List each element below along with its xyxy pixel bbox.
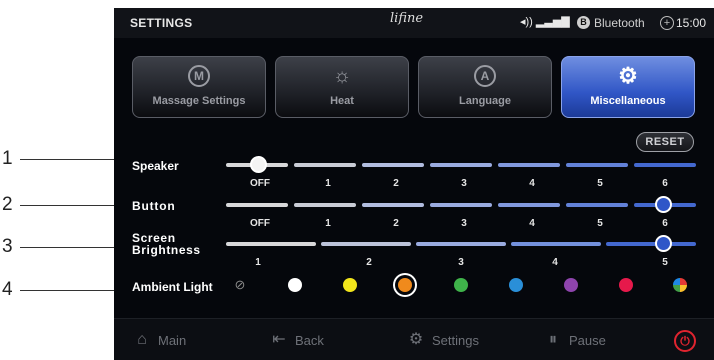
callout-number: 2 xyxy=(2,194,13,215)
speaker-slider-knob[interactable] xyxy=(250,156,267,173)
tab-miscellaneous[interactable]: ⚙ Miscellaneous xyxy=(561,56,695,118)
power-icon[interactable]: ⏻ xyxy=(674,330,696,352)
callout-line xyxy=(20,290,128,291)
slider-segment xyxy=(566,203,628,207)
slider-segment xyxy=(294,203,356,207)
button-sound-tick: 5 xyxy=(597,218,603,229)
sun-icon: ☼ xyxy=(332,65,352,87)
brand-logo: lifine xyxy=(390,11,424,26)
tab-heat[interactable]: ☼ Heat xyxy=(275,56,409,118)
nav-label: Pause xyxy=(569,333,606,348)
clock-time: 15:00 xyxy=(676,16,707,30)
ambient-color-white[interactable] xyxy=(288,278,302,292)
button-sound-label: Button xyxy=(132,199,176,213)
brightness-tick: 1 xyxy=(255,257,261,268)
callout-line xyxy=(20,247,128,248)
home-icon: ⌂ xyxy=(137,331,147,348)
speaker-tick: 6 xyxy=(662,178,668,189)
device-screen: SETTINGS lifine ◂)) ▂▃▅▇ B Bluetooth + 1… xyxy=(114,8,714,360)
tab-label: Miscellaneous xyxy=(590,95,666,107)
slider-segment xyxy=(511,242,601,246)
speaker-tick: 4 xyxy=(529,178,535,189)
callout-number: 3 xyxy=(2,236,13,257)
slider-segment xyxy=(566,163,628,167)
speaker-tick: 3 xyxy=(461,178,467,189)
volume-signal-icon: ◂)) ▂▃▅▇ xyxy=(520,16,570,28)
clock-icon: + xyxy=(660,16,674,30)
ambient-off-icon[interactable]: ⊘ xyxy=(232,278,248,292)
nav-label: Back xyxy=(295,333,324,348)
speaker-tick: 5 xyxy=(597,178,603,189)
tab-language[interactable]: A Language xyxy=(418,56,552,118)
speaker-label: Speaker xyxy=(132,159,179,173)
slider-segment xyxy=(226,203,288,207)
button-sound-tick: 3 xyxy=(461,218,467,229)
slider-segment xyxy=(226,242,316,246)
bottom-navbar: ⌂ Main ⇤ Back ⚙ Settings ⏸ Pause ⏻ xyxy=(114,318,714,360)
massage-icon: M xyxy=(188,65,210,87)
slider-segment xyxy=(416,242,506,246)
callout-line xyxy=(20,205,128,206)
slider-segment xyxy=(606,242,696,246)
reset-button[interactable]: RESET xyxy=(636,132,694,152)
back-icon: ⇤ xyxy=(272,331,286,348)
button-sound-tick: 4 xyxy=(529,218,535,229)
button-sound-slider[interactable] xyxy=(226,196,696,213)
slider-segment xyxy=(362,203,424,207)
slider-segment xyxy=(294,163,356,167)
speaker-tick: 1 xyxy=(325,178,331,189)
ambient-color-multicolor[interactable] xyxy=(673,278,687,292)
tab-label: Massage Settings xyxy=(152,95,246,107)
tab-massage-settings[interactable]: M Massage Settings xyxy=(132,56,266,118)
brightness-tick: 2 xyxy=(366,257,372,268)
brightness-tick: 4 xyxy=(552,257,558,268)
button-sound-slider-knob[interactable] xyxy=(655,196,672,213)
brightness-tick: 3 xyxy=(458,257,464,268)
button-sound-tick: 2 xyxy=(393,218,399,229)
button-sound-tick: OFF xyxy=(250,218,270,229)
ambient-color-red[interactable] xyxy=(619,278,633,292)
callout-number: 1 xyxy=(2,148,13,169)
slider-segment xyxy=(362,163,424,167)
callout-line xyxy=(20,159,128,160)
bluetooth-icon: B xyxy=(577,16,590,29)
speaker-slider[interactable] xyxy=(226,156,696,173)
slider-segment xyxy=(634,163,696,167)
ambient-color-purple[interactable] xyxy=(564,278,578,292)
gear-icon: ⚙ xyxy=(618,63,638,88)
slider-segment xyxy=(430,163,492,167)
ambient-color-orange[interactable] xyxy=(398,278,412,292)
bluetooth-label: Bluetooth xyxy=(594,16,645,30)
nav-label: Main xyxy=(158,333,187,348)
screen-brightness-slider[interactable] xyxy=(226,235,696,252)
gear-icon: ⚙ xyxy=(408,331,424,348)
slider-segment xyxy=(430,203,492,207)
ambient-light-label: Ambient Light xyxy=(132,280,213,294)
page-title: SETTINGS xyxy=(130,16,193,30)
status-bar: SETTINGS lifine ◂)) ▂▃▅▇ B Bluetooth + 1… xyxy=(114,8,714,38)
speaker-tick: OFF xyxy=(250,178,270,189)
slider-segment xyxy=(498,163,560,167)
tab-label: Heat xyxy=(330,95,354,107)
pause-icon: ⏸ xyxy=(548,331,557,348)
screen-brightness-slider-knob[interactable] xyxy=(655,235,672,252)
speaker-tick: 2 xyxy=(393,178,399,189)
button-sound-tick: 1 xyxy=(325,218,331,229)
ambient-color-green[interactable] xyxy=(454,278,468,292)
language-icon: A xyxy=(474,65,496,87)
nav-label: Settings xyxy=(432,333,479,348)
slider-segment xyxy=(321,242,411,246)
ambient-color-blue[interactable] xyxy=(509,278,523,292)
screen-brightness-label: Screen Brightness xyxy=(132,232,201,256)
button-sound-tick: 6 xyxy=(662,218,668,229)
slider-segment xyxy=(498,203,560,207)
brightness-tick: 5 xyxy=(662,257,668,268)
label-line: Brightness xyxy=(132,243,201,257)
tab-label: Language xyxy=(459,95,511,107)
callout-number: 4 xyxy=(2,279,13,300)
ambient-color-yellow[interactable] xyxy=(343,278,357,292)
